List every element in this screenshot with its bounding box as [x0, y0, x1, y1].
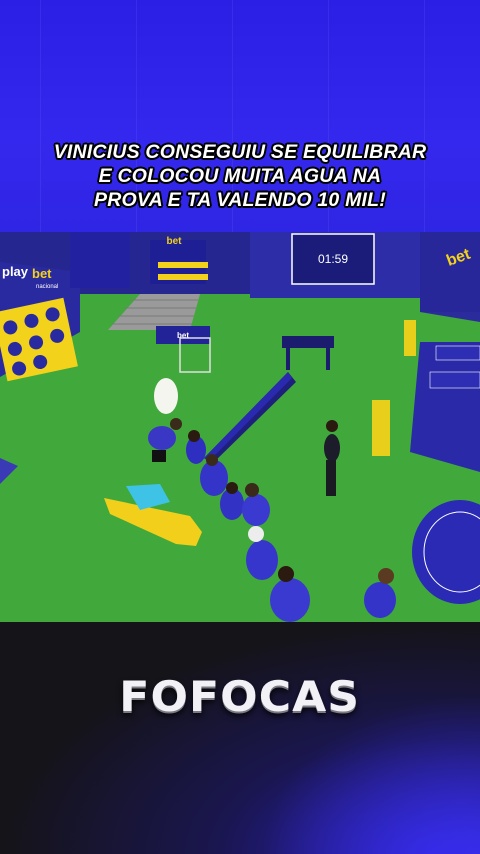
svg-text:bet: bet	[32, 266, 52, 281]
brand-logo: FOFOCAS	[0, 672, 480, 721]
brand-band	[0, 622, 480, 854]
caption-line-3: PROVA E TA VALENDO 10 MIL!	[94, 189, 386, 211]
video-frame: VINICIUS CONSEGUIU SE EQUILIBRAR E COLOC…	[0, 0, 480, 854]
timer-text: 01:59	[318, 252, 348, 266]
playbet-logo: play	[2, 264, 29, 279]
svg-text:nacional: nacional	[36, 284, 58, 290]
caption-band: VINICIUS CONSEGUIU SE EQUILIBRAR E COLOC…	[0, 0, 480, 232]
caption-line-1: VINICIUS CONSEGUIU SE EQUILIBRAR	[53, 141, 427, 163]
caption-line-2: E COLOCOU MUITA AGUA NA	[98, 165, 382, 187]
bet-logo-top: bet	[167, 236, 183, 247]
video-scene: 01:59 bet bet play bet nacional bet	[0, 232, 480, 622]
caption-text: VINICIUS CONSEGUIU SE EQUILIBRAR E COLOC…	[20, 140, 460, 212]
brand-text: FOFOCAS	[119, 672, 361, 721]
